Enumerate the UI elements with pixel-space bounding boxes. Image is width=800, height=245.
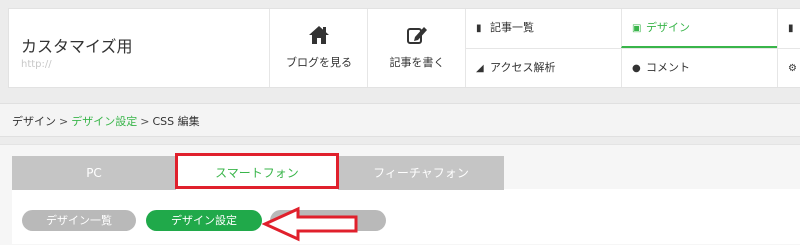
breadcrumb-separator: > bbox=[59, 115, 69, 128]
gear-icon: ⚙ bbox=[788, 63, 797, 74]
home-icon bbox=[270, 25, 368, 47]
breadcrumb-design[interactable]: デザイン bbox=[12, 115, 56, 128]
menu-comment[interactable]: ● コメント bbox=[621, 48, 777, 87]
site-url[interactable]: http:// bbox=[21, 59, 52, 70]
menu-access-analysis[interactable]: ◢ アクセス解析 bbox=[465, 48, 621, 87]
write-article-button[interactable]: 記事を書く bbox=[367, 9, 466, 87]
menu-design[interactable]: ▣ デザイン bbox=[621, 9, 777, 48]
breadcrumb: デザイン > デザイン設定 > CSS 編集 bbox=[0, 103, 800, 137]
admin-header: カスタマイズ用 http:// ブログを見る 記事を書く ▮ 記事一覧 ◢ アクセス… bbox=[8, 8, 800, 88]
image-icon: ▣ bbox=[632, 23, 642, 34]
comment-icon: ● bbox=[632, 63, 641, 74]
subtab-css-edit[interactable] bbox=[270, 210, 386, 231]
menu-settings[interactable]: ⚙ bbox=[777, 48, 800, 87]
subtab-design-list[interactable]: デザイン一覧 bbox=[22, 210, 136, 231]
write-article-label: 記事を書く bbox=[389, 56, 445, 69]
file-icon: ▮ bbox=[788, 23, 794, 34]
tab-pc[interactable]: PC bbox=[12, 156, 176, 190]
view-blog-label: ブログを見る bbox=[286, 56, 352, 69]
chart-icon: ◢ bbox=[476, 63, 484, 74]
site-name[interactable]: カスタマイズ用 bbox=[21, 33, 133, 57]
view-blog-button[interactable]: ブログを見る bbox=[269, 9, 368, 87]
menu-articles[interactable]: ▮ 記事一覧 bbox=[465, 9, 621, 48]
breadcrumb-design-settings[interactable]: デザイン設定 bbox=[71, 115, 137, 128]
edit-icon bbox=[368, 25, 466, 47]
menu-file[interactable]: ▮ bbox=[777, 9, 800, 48]
tab-feature-phone[interactable]: フィーチャフォン bbox=[338, 156, 504, 190]
site-info: カスタマイズ用 http:// bbox=[9, 9, 269, 87]
tab-smartphone[interactable]: スマートフォン bbox=[176, 156, 338, 190]
subtab-design-settings[interactable]: デザイン設定 bbox=[146, 210, 262, 231]
breadcrumb-current: CSS 編集 bbox=[152, 115, 200, 128]
breadcrumb-separator: > bbox=[140, 115, 150, 128]
book-icon: ▮ bbox=[476, 23, 482, 34]
